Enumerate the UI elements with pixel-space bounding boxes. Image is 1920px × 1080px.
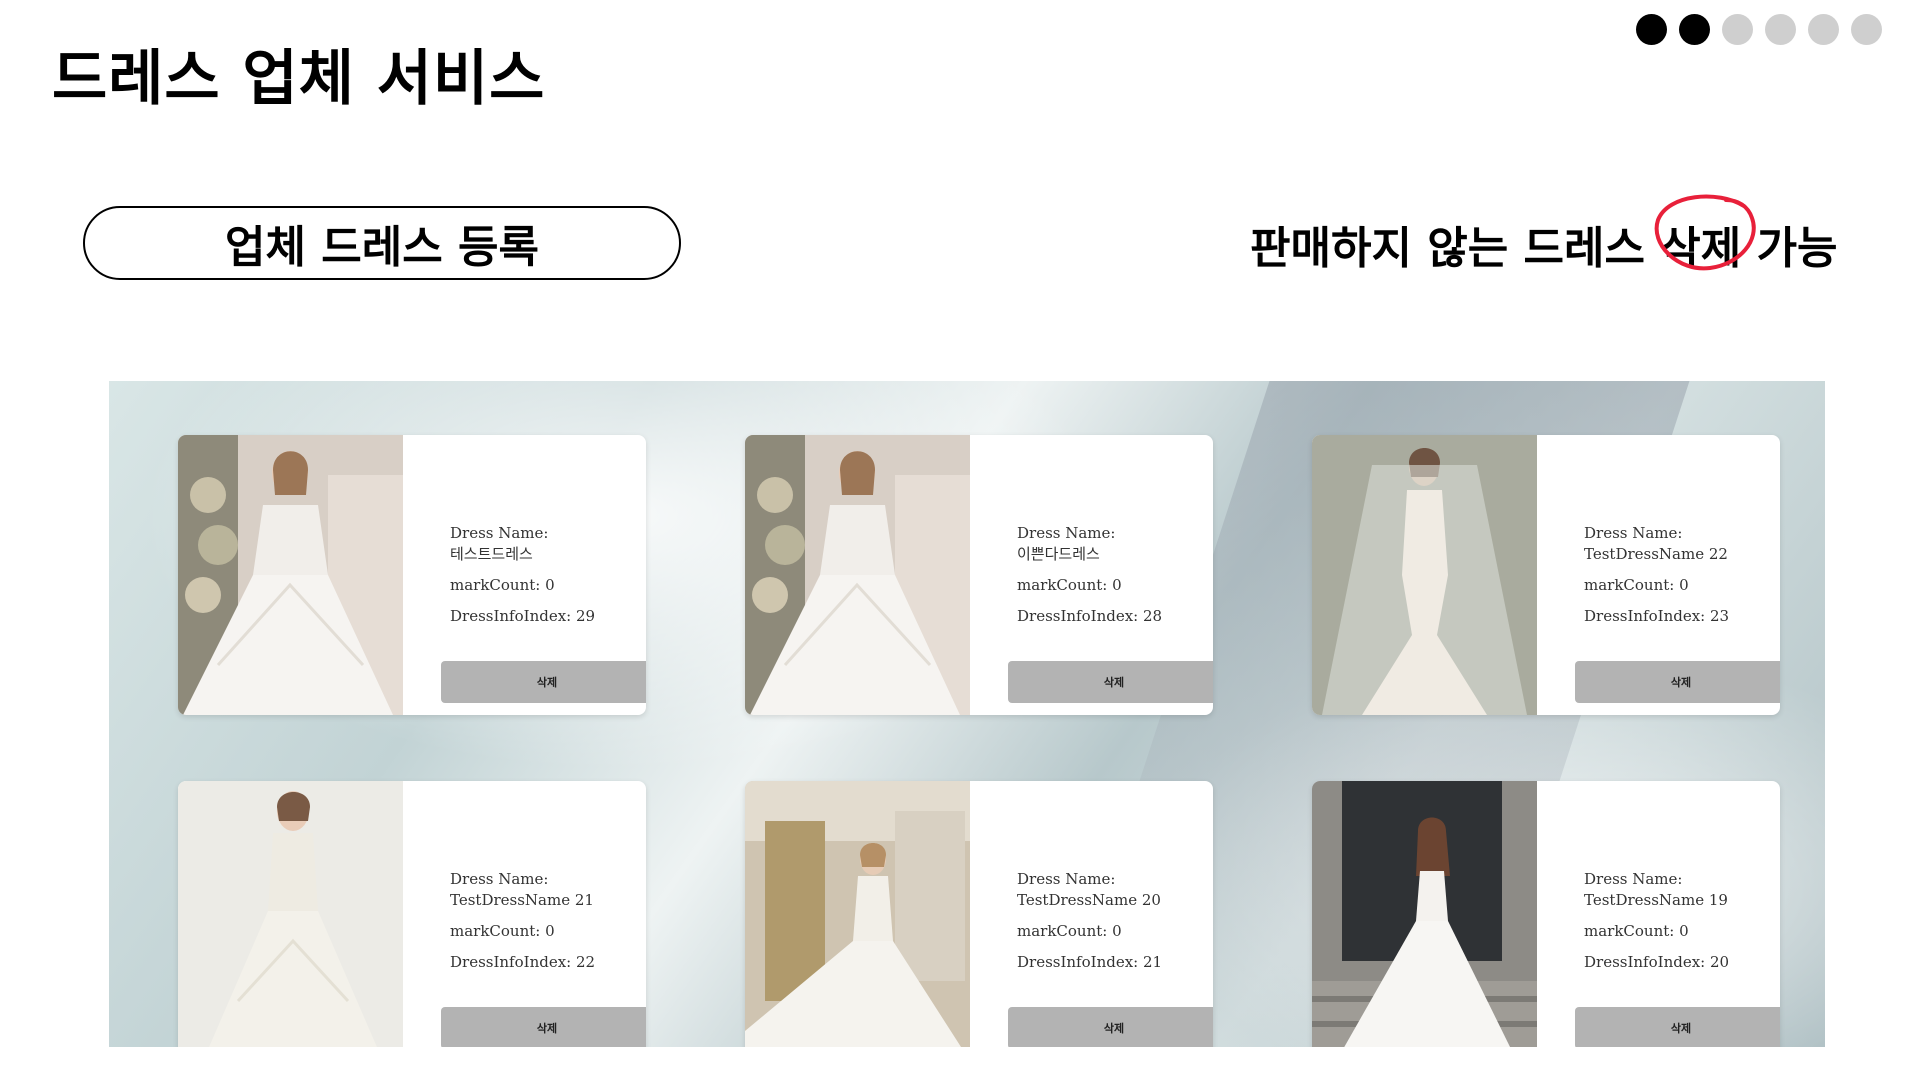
dress-name-label: Dress Name: — [1017, 524, 1116, 542]
mark-count: markCount: 0 — [1584, 576, 1689, 594]
mark-count: markCount: 0 — [450, 922, 555, 940]
delete-button[interactable]: 삭제 — [1008, 661, 1213, 703]
dress-photo-3 — [1312, 435, 1537, 715]
dress-card: Dress Name: 이쁜다드레스 markCount: 0 DressInf… — [745, 435, 1213, 715]
dress-name-value: TestDressName 19 — [1584, 891, 1728, 909]
dress-photo-4 — [178, 781, 403, 1047]
dress-info: Dress Name: 이쁜다드레스 markCount: 0 DressInf… — [970, 435, 1213, 715]
pager-dot — [1679, 14, 1710, 45]
dress-name-value: TestDressName 20 — [1017, 891, 1161, 909]
dress-info: Dress Name: 테스트드레스 markCount: 0 DressInf… — [403, 435, 646, 715]
dress-name-label: Dress Name: — [1017, 870, 1116, 888]
dress-name-label: Dress Name: — [450, 524, 549, 542]
pager-dot — [1636, 14, 1667, 45]
pager-dot — [1851, 14, 1882, 45]
pager-dot — [1808, 14, 1839, 45]
dress-info: Dress Name: TestDressName 21 markCount: … — [403, 781, 646, 1047]
dress-name-label: Dress Name: — [450, 870, 549, 888]
dress-card: Dress Name: TestDressName 22 markCount: … — [1312, 435, 1780, 715]
mark-count: markCount: 0 — [1017, 922, 1122, 940]
dress-name-value: 테스트드레스 — [450, 545, 533, 563]
dress-name-value: TestDressName 21 — [450, 891, 594, 909]
dress-info-index: DressInfoIndex: 23 — [1584, 607, 1730, 625]
dress-info-index: DressInfoIndex: 29 — [450, 607, 596, 625]
dress-card: Dress Name: TestDressName 19 markCount: … — [1312, 781, 1780, 1047]
mark-count: markCount: 0 — [450, 576, 555, 594]
delete-button[interactable]: 삭제 — [1575, 1007, 1780, 1047]
dress-info-index: DressInfoIndex: 20 — [1584, 953, 1730, 971]
dress-card: Dress Name: 테스트드레스 markCount: 0 DressInf… — [178, 435, 646, 715]
dress-photo-6 — [1312, 781, 1537, 1047]
dress-info: Dress Name: TestDressName 22 markCount: … — [1537, 435, 1780, 715]
mark-count: markCount: 0 — [1584, 922, 1689, 940]
register-dress-button[interactable]: 업체 드레스 등록 — [83, 206, 681, 280]
dress-photo-5 — [745, 781, 970, 1047]
dress-info: Dress Name: TestDressName 20 markCount: … — [970, 781, 1213, 1047]
delete-button[interactable]: 삭제 — [1575, 661, 1780, 703]
pager-dot — [1722, 14, 1753, 45]
dress-name-value: 이쁜다드레스 — [1017, 545, 1100, 563]
delete-button[interactable]: 삭제 — [441, 1007, 646, 1047]
caption-highlight: 삭제 — [1654, 194, 1756, 276]
dress-name-value: TestDressName 22 — [1584, 545, 1728, 563]
delete-button[interactable]: 삭제 — [1008, 1007, 1213, 1047]
dress-name-label: Dress Name: — [1584, 870, 1683, 888]
page-title: 드레스 업체 서비스 — [52, 44, 546, 114]
dress-info-index: DressInfoIndex: 28 — [1017, 607, 1163, 625]
red-circle-mark-icon — [1654, 194, 1756, 271]
dress-card: Dress Name: TestDressName 20 markCount: … — [745, 781, 1213, 1047]
dress-list-screenshot: Dress Name: 테스트드레스 markCount: 0 DressInf… — [109, 381, 1825, 1047]
dress-card: Dress Name: TestDressName 21 markCount: … — [178, 781, 646, 1047]
dress-info-index: DressInfoIndex: 21 — [1017, 953, 1163, 971]
dress-info-index: DressInfoIndex: 22 — [450, 953, 596, 971]
mark-count: markCount: 0 — [1017, 576, 1122, 594]
dress-name-label: Dress Name: — [1584, 524, 1683, 542]
feature-caption: 판매하지 않는 드레스 삭제 가능 — [1250, 194, 1838, 276]
dress-info: Dress Name: TestDressName 19 markCount: … — [1537, 781, 1780, 1047]
dress-photo-2 — [745, 435, 970, 715]
pager-dot — [1765, 14, 1796, 45]
caption-text-before: 판매하지 않는 드레스 — [1250, 223, 1661, 274]
slide-pager — [1636, 14, 1882, 45]
delete-button[interactable]: 삭제 — [441, 661, 646, 703]
dress-photo-1 — [178, 435, 403, 715]
